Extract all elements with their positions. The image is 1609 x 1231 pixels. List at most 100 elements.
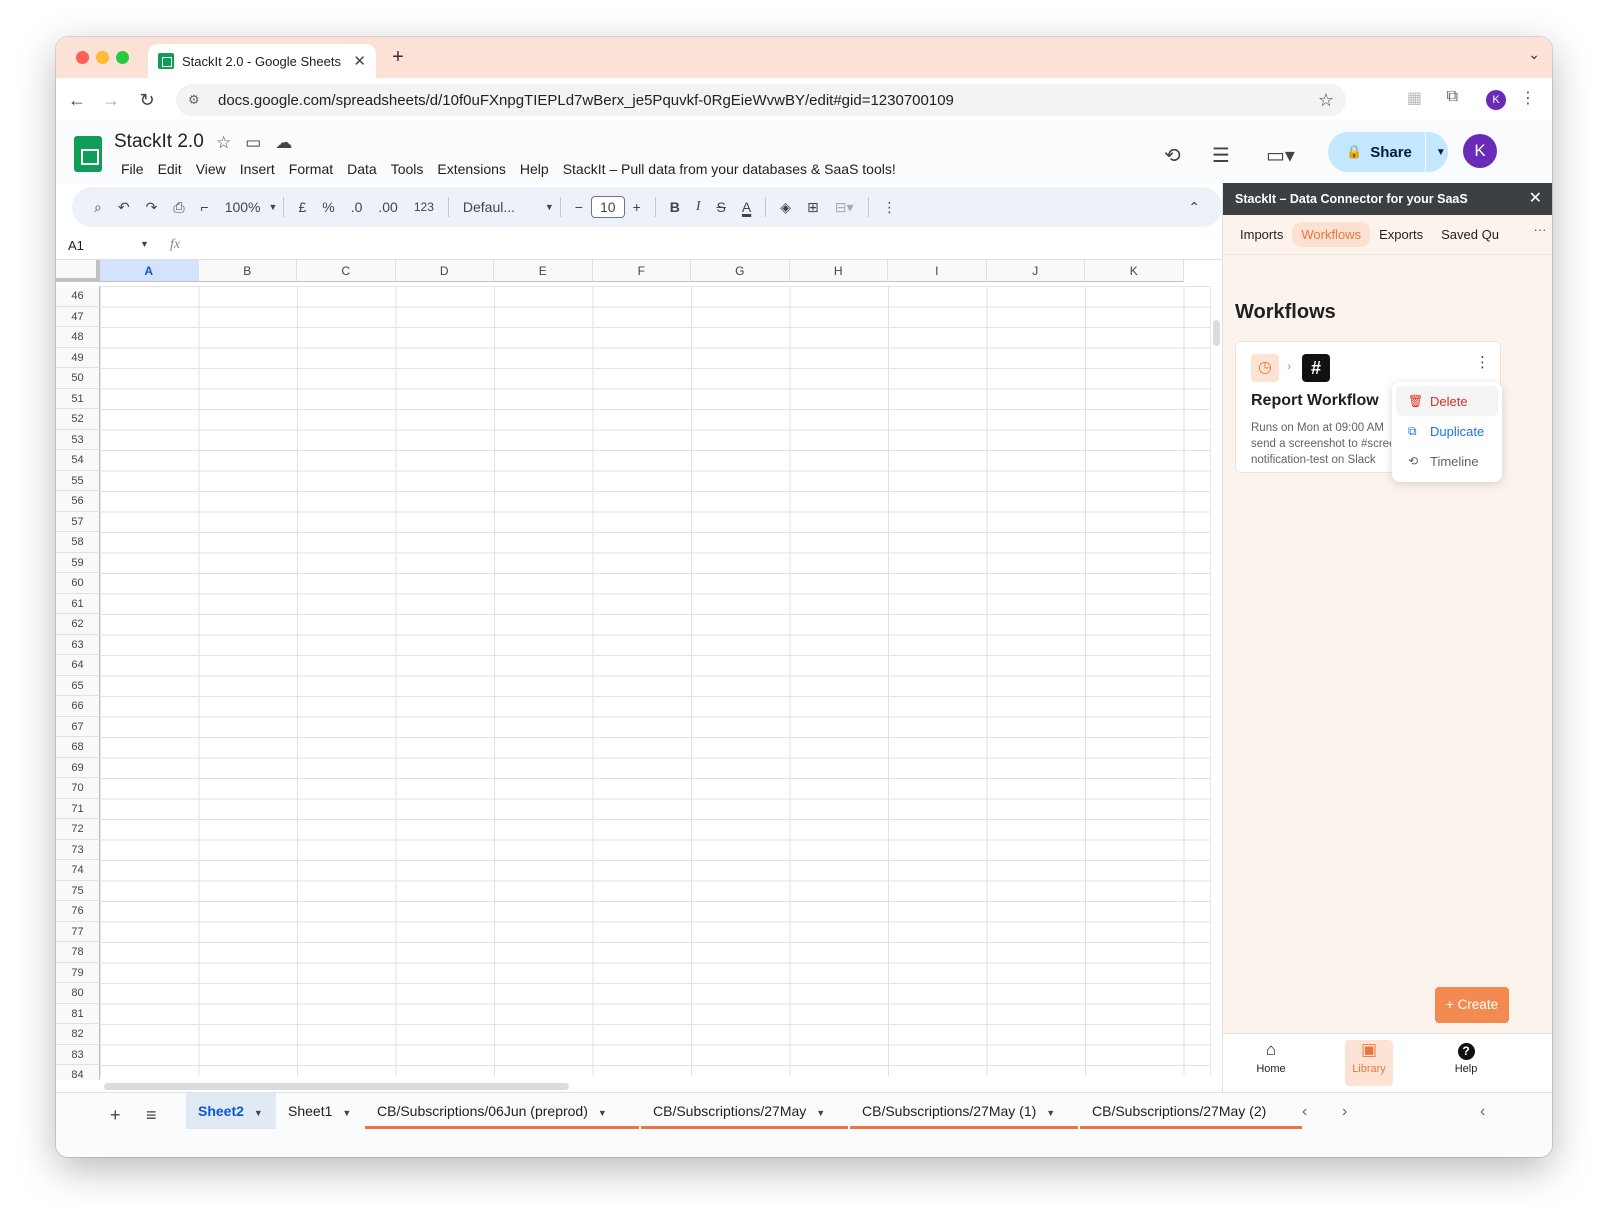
row-header[interactable]: 70 bbox=[56, 778, 100, 799]
row-header[interactable]: 56 bbox=[56, 491, 100, 512]
url-text[interactable]: docs.google.com/spreadsheets/d/10f0uFXnp… bbox=[218, 92, 1318, 109]
name-box[interactable]: A1 bbox=[68, 238, 148, 253]
row-header[interactable]: 76 bbox=[56, 901, 100, 922]
menu-view[interactable]: View bbox=[189, 159, 233, 179]
scroll-tabs-left-icon[interactable]: ‹ bbox=[1302, 1103, 1307, 1121]
new-tab-button[interactable]: + bbox=[386, 46, 410, 69]
row-header[interactable]: 64 bbox=[56, 655, 100, 676]
address-bar[interactable]: ⚙ docs.google.com/spreadsheets/d/10f0uFX… bbox=[176, 84, 1346, 116]
row-header[interactable]: 46 bbox=[56, 286, 100, 307]
nav-help[interactable]: ? Help bbox=[1442, 1040, 1490, 1086]
close-window-button[interactable] bbox=[76, 51, 89, 64]
tab-workflows[interactable]: Workflows bbox=[1292, 222, 1371, 247]
row-header[interactable]: 67 bbox=[56, 716, 100, 737]
browser-profile-avatar[interactable]: K bbox=[1486, 90, 1506, 110]
row-header[interactable]: 61 bbox=[56, 593, 100, 614]
comments-icon[interactable]: ☰ bbox=[1212, 143, 1230, 168]
row-header[interactable]: 74 bbox=[56, 860, 100, 881]
row-header[interactable]: 69 bbox=[56, 757, 100, 778]
font-select[interactable]: Defaul... bbox=[455, 199, 545, 215]
row-header[interactable]: 63 bbox=[56, 634, 100, 655]
row-header[interactable]: 79 bbox=[56, 962, 100, 983]
create-workflow-button[interactable]: + Create bbox=[1435, 987, 1509, 1023]
decrease-decimals-button[interactable]: .0 bbox=[343, 199, 371, 215]
more-tabs-icon[interactable]: ··· bbox=[1528, 215, 1552, 254]
all-sheets-icon[interactable]: ≡ bbox=[146, 1105, 157, 1126]
row-header[interactable]: 84 bbox=[56, 1065, 100, 1080]
increase-font-size-icon[interactable]: + bbox=[625, 199, 649, 215]
font-size-input[interactable]: 10 bbox=[590, 196, 625, 218]
row-header[interactable]: 81 bbox=[56, 1003, 100, 1024]
row-header[interactable]: 72 bbox=[56, 819, 100, 840]
forward-arrow-icon[interactable]: → bbox=[98, 87, 124, 113]
close-tab-icon[interactable]: ✕ bbox=[353, 52, 366, 70]
row-header[interactable]: 80 bbox=[56, 983, 100, 1004]
row-header[interactable]: 52 bbox=[56, 409, 100, 430]
sheet-tab[interactable]: CB/Subscriptions/27May (1) ▼ bbox=[850, 1093, 1078, 1129]
row-header[interactable]: 60 bbox=[56, 573, 100, 594]
sheet-tab-dropdown-icon[interactable]: ▼ bbox=[598, 1108, 607, 1118]
cell-area[interactable] bbox=[100, 286, 1210, 1076]
panel-close-icon[interactable]: ✕ bbox=[1529, 183, 1542, 215]
sheet-tab[interactable]: CB/Subscriptions/27May (2) bbox=[1080, 1093, 1302, 1129]
meet-camera-icon[interactable]: ▭▾ bbox=[1266, 143, 1295, 168]
timeline-menu-item[interactable]: ⟲ Timeline bbox=[1396, 446, 1498, 476]
menu-extensions[interactable]: Extensions bbox=[430, 159, 512, 179]
menu-insert[interactable]: Insert bbox=[233, 159, 282, 179]
reload-icon[interactable]: ↻ bbox=[134, 87, 160, 113]
menu-format[interactable]: Format bbox=[282, 159, 340, 179]
star-icon[interactable]: ☆ bbox=[216, 133, 245, 152]
sheets-logo-icon[interactable] bbox=[74, 136, 102, 172]
zoom-select[interactable]: 100% bbox=[217, 199, 269, 215]
share-dropdown-icon[interactable]: ▼ bbox=[1436, 147, 1446, 158]
sheet-tab[interactable]: Sheet1 ▼ bbox=[276, 1093, 364, 1129]
menu-stackit[interactable]: StackIt – Pull data from your databases … bbox=[556, 159, 903, 179]
row-header[interactable]: 66 bbox=[56, 696, 100, 717]
decrease-font-size-icon[interactable]: − bbox=[567, 199, 591, 215]
name-box-dropdown-icon[interactable]: ▼ bbox=[140, 239, 149, 249]
text-color-button[interactable]: A bbox=[734, 199, 759, 215]
row-header[interactable]: 82 bbox=[56, 1024, 100, 1045]
row-header[interactable]: 55 bbox=[56, 470, 100, 491]
row-header[interactable]: 62 bbox=[56, 614, 100, 635]
menu-help[interactable]: Help bbox=[513, 159, 556, 179]
column-header[interactable]: H bbox=[789, 260, 888, 282]
side-panel-toggle-icon[interactable]: ‹ bbox=[1480, 1103, 1485, 1121]
row-header[interactable]: 54 bbox=[56, 450, 100, 471]
row-header[interactable]: 78 bbox=[56, 942, 100, 963]
nav-library[interactable]: ▣ Library bbox=[1345, 1040, 1393, 1086]
borders-icon[interactable]: ⊞ bbox=[799, 199, 827, 216]
menu-edit[interactable]: Edit bbox=[151, 159, 189, 179]
row-header[interactable]: 68 bbox=[56, 737, 100, 758]
sheet-tab-dropdown-icon[interactable]: ▼ bbox=[342, 1108, 351, 1118]
row-header[interactable]: 49 bbox=[56, 347, 100, 368]
browser-tab[interactable]: StackIt 2.0 - Google Sheets ✕ bbox=[148, 44, 376, 78]
browser-menu-kebab-icon[interactable]: ⋮ bbox=[1520, 88, 1536, 108]
vertical-scrollbar[interactable] bbox=[1210, 286, 1222, 1076]
tab-exports[interactable]: Exports bbox=[1370, 222, 1432, 247]
column-header[interactable]: F bbox=[592, 260, 691, 282]
increase-decimals-button[interactable]: .00 bbox=[370, 199, 405, 215]
tab-imports[interactable]: Imports bbox=[1231, 222, 1292, 247]
menu-tools[interactable]: Tools bbox=[384, 159, 431, 179]
row-header[interactable]: 58 bbox=[56, 532, 100, 553]
collapse-chevron-icon[interactable]: ⌃ bbox=[1180, 199, 1208, 216]
row-header[interactable]: 48 bbox=[56, 327, 100, 348]
column-header[interactable]: C bbox=[297, 260, 396, 282]
row-header[interactable]: 53 bbox=[56, 429, 100, 450]
row-header[interactable]: 77 bbox=[56, 921, 100, 942]
horizontal-scrollbar[interactable] bbox=[100, 1080, 1222, 1092]
redo-icon[interactable]: ↷ bbox=[138, 199, 166, 216]
row-header[interactable]: 57 bbox=[56, 511, 100, 532]
column-header[interactable]: E bbox=[494, 260, 593, 282]
document-title[interactable]: StackIt 2.0 bbox=[114, 131, 204, 153]
percent-format-button[interactable]: % bbox=[314, 199, 342, 215]
row-header[interactable]: 65 bbox=[56, 675, 100, 696]
menu-data[interactable]: Data bbox=[340, 159, 384, 179]
bold-button[interactable]: B bbox=[662, 199, 688, 215]
strikethrough-button[interactable]: S bbox=[709, 199, 734, 215]
spreadsheet-grid[interactable]: ABCDEFGHIJK 46 47 48 49 50 51 52 53 54 55 56 57 58 59… bbox=[56, 260, 1222, 1080]
zoom-dropdown-icon[interactable]: ▼ bbox=[269, 202, 278, 212]
row-header[interactable]: 51 bbox=[56, 388, 100, 409]
tab-search-chevron-icon[interactable]: ⌄ bbox=[1528, 46, 1540, 63]
